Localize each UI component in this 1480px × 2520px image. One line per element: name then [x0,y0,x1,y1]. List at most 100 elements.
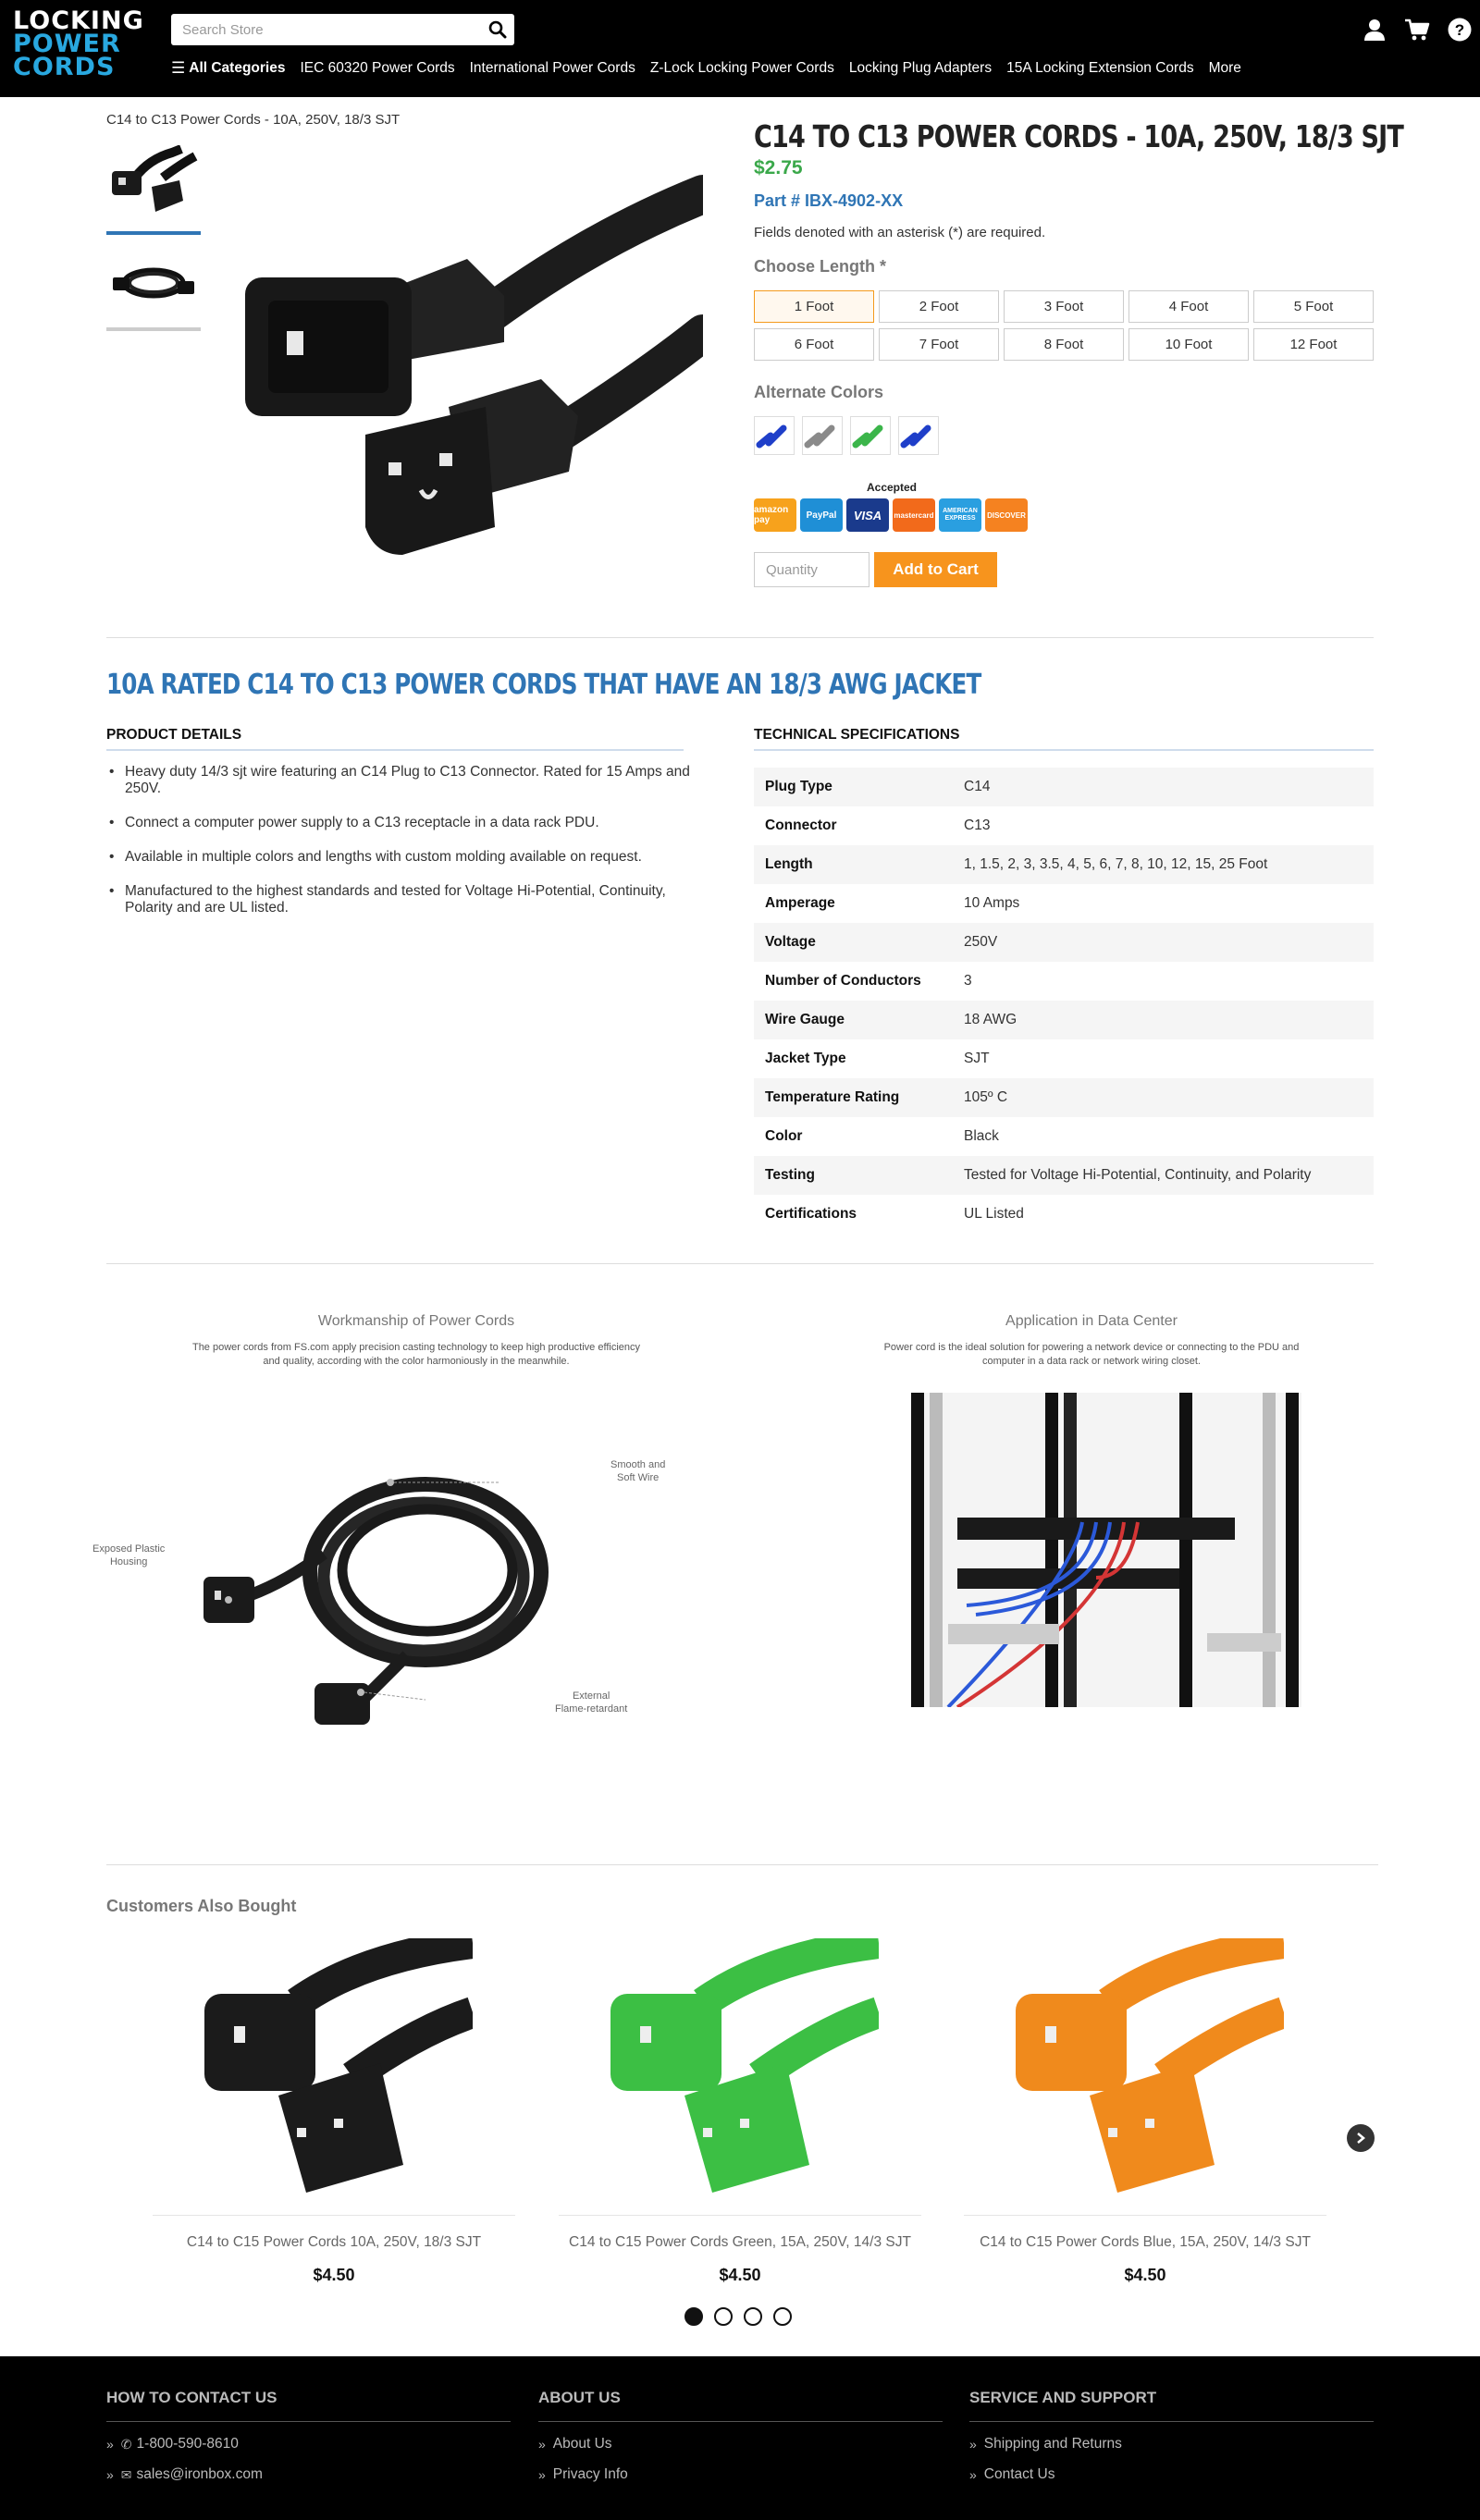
details-heading: 10A RATED C14 TO C13 POWER CORDS THAT HA… [106,669,981,701]
double-chevron-icon: » [538,2437,546,2452]
color-swatch-blue[interactable] [754,416,795,455]
footer-link-contact[interactable]: » Contact Us [969,2466,1374,2483]
choose-length-label: Choose Length * [754,257,886,276]
related-product-1[interactable]: C14 to C15 Power Cords 10A, 250V, 18/3 S… [153,1937,515,2285]
workmanship-feature: Workmanship of Power Cords The power cor… [92,1313,740,1739]
nav-all-categories-label: All Categories [189,60,286,76]
thumb-cord-image [112,145,198,212]
footer-phone[interactable]: » ✆ 1-800-590-8610 [106,2436,511,2452]
spec-value: 250V [953,923,1374,962]
thumbnail-1[interactable] [106,142,201,235]
length-option-5-foot[interactable]: 5 Foot [1253,290,1374,323]
length-option-3-foot[interactable]: 3 Foot [1004,290,1124,323]
carousel-dot[interactable] [773,2307,792,2326]
datacenter-feature: Application in Data Center Power cord is… [883,1313,1301,1720]
color-swatch-gray[interactable] [802,416,843,455]
footer-phone-text: 1-800-590-8610 [136,2436,239,2452]
add-to-cart-button[interactable]: Add to Cart [874,552,997,587]
carousel-next-button[interactable] [1347,2124,1375,2152]
datacenter-desc-line-1: Power cord is the ideal solution for pow… [883,1342,1300,1353]
spec-value: Tested for Voltage Hi-Potential, Continu… [953,1156,1374,1195]
phone-icon: ✆ [120,2436,132,2452]
double-chevron-icon: » [969,2467,977,2482]
length-option-2-foot[interactable]: 2 Foot [879,290,999,323]
site-logo[interactable]: LOCKING POWER CORDS [13,8,152,83]
spec-value: 10 Amps [964,895,1020,911]
spec-key: Wire Gauge [754,1001,953,1039]
double-chevron-icon: » [106,2437,114,2452]
thumbnail-2[interactable] [106,239,201,331]
length-option-6-foot[interactable]: 6 Foot [754,328,874,361]
related-product-name[interactable]: C14 to C15 Power Cords 10A, 250V, 18/3 S… [153,2234,515,2251]
footer-link-privacy[interactable]: » Privacy Info [538,2466,943,2483]
spec-key: Length [754,845,953,884]
carousel-dot[interactable] [714,2307,733,2326]
cord-swatch-icon [756,424,787,449]
callout-line: Exposed Plastic [92,1543,166,1555]
spec-key: Certifications [765,1206,857,1222]
menu-icon: ☰ [171,59,186,77]
user-icon[interactable] [1362,17,1388,43]
product-title: C14 TO C13 POWER CORDS - 10A, 250V, 18/3… [754,118,1404,154]
callout-external-flame: External Flame-retardant [555,1690,627,1715]
color-swatch-green[interactable] [850,416,891,455]
divider [106,1864,1378,1865]
related-product-2[interactable]: C14 to C15 Power Cords Green, 15A, 250V,… [559,1937,921,2285]
nav-all-categories[interactable]: ☰ All Categories [171,59,285,78]
length-option-8-foot[interactable]: 8 Foot [1004,328,1124,361]
length-option-12-foot[interactable]: 12 Foot [1253,328,1374,361]
footer-service-heading: SERVICE AND SUPPORT [969,2389,1374,2422]
nav-locking-plug-adapters[interactable]: Locking Plug Adapters [849,60,992,77]
length-option-1-foot[interactable]: 1 Foot [754,290,874,323]
nav-iec-60320[interactable]: IEC 60320 Power Cords [300,60,454,77]
callout-line: Housing [109,1556,148,1567]
nav-15a-extension[interactable]: 15A Locking Extension Cords [1006,60,1193,77]
search-input[interactable] [171,14,467,45]
cart-icon[interactable] [1404,17,1430,43]
nav-more[interactable]: More [1209,60,1241,77]
cord-image [610,1937,879,2193]
spec-key: Amperage [765,895,835,911]
spec-row: Testing Tested for Voltage Hi-Potential, … [754,1156,1374,1195]
related-product-image[interactable] [559,1937,921,2216]
cord-image [204,1937,473,2193]
help-icon[interactable]: ? [1447,17,1473,43]
related-product-image[interactable] [964,1937,1326,2216]
footer-link-about-us[interactable]: » About Us [538,2436,943,2452]
payment-methods: amazon pay PayPal VISA mastercard AMERIC… [754,498,1028,532]
related-product-3[interactable]: C14 to C15 Power Cords Blue, 15A, 250V, … [964,1937,1326,2285]
spec-value: 1, 1.5, 2, 3, 3.5, 4, 5, 6, 7, 8, 10, 12… [953,845,1374,884]
spec-key: Connector [765,817,837,833]
workmanship-title: Workmanship of Power Cords [317,1313,515,1329]
spec-value: SJT [964,1051,990,1066]
datacenter-description: Power cord is the ideal solution for pow… [883,1341,1300,1369]
visa-icon: VISA [846,498,889,532]
amex-icon: AMERICAN EXPRESS [939,498,981,532]
carousel-dot[interactable] [744,2307,762,2326]
length-option-10-foot[interactable]: 10 Foot [1128,328,1249,361]
length-option-7-foot[interactable]: 7 Foot [879,328,999,361]
spec-row: Amperage 10 Amps [754,884,1374,923]
search-icon[interactable] [488,20,507,39]
related-product-name[interactable]: C14 to C15 Power Cords Blue, 15A, 250V, … [964,2234,1326,2251]
datacenter-title: Application in Data Center [1005,1313,1178,1329]
logo-line-3: CORDS [13,53,116,81]
double-chevron-icon: » [106,2467,114,2482]
spec-key: Color [765,1128,803,1144]
discover-icon: DISCOVER [985,498,1028,532]
footer-email[interactable]: » ✉ sales@ironbox.com [106,2466,511,2483]
nav-z-lock[interactable]: Z-Lock Locking Power Cords [650,60,834,77]
nav-international[interactable]: International Power Cords [470,60,635,77]
part-number: Part # IBX-4902-XX [754,191,904,210]
length-option-4-foot[interactable]: 4 Foot [1128,290,1249,323]
footer-link-shipping[interactable]: » Shipping and Returns [969,2436,1374,2452]
related-product-name[interactable]: C14 to C15 Power Cords Green, 15A, 250V,… [559,2234,921,2251]
carousel-dot[interactable] [684,2307,703,2326]
coiled-cord-image [204,1477,549,1725]
spec-row: Length 1, 1.5, 2, 3, 3.5, 4, 5, 6, 7, 8, … [754,845,1374,884]
paypal-icon: PayPal [800,498,843,532]
workmanship-desc-line-2: and quality, according with the color ha… [263,1356,570,1367]
quantity-input[interactable]: Quantity [754,552,870,587]
related-product-image[interactable] [153,1937,515,2216]
color-swatch-blue-2[interactable] [898,416,939,455]
